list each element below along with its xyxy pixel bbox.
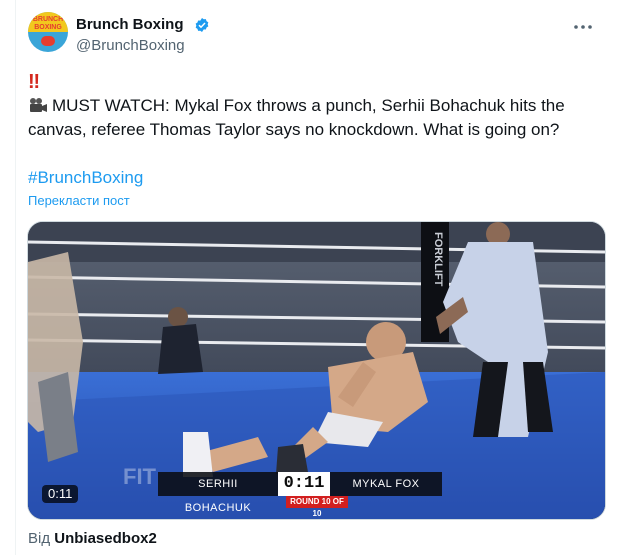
round-indicator: ROUND 10 OF 10 — [286, 496, 348, 518]
score-overlay: SERHII BOHACHUK 0:11 MYKAL FOX — [158, 472, 442, 514]
video-attribution: Від Unbiasedbox2 — [28, 529, 157, 549]
video-player[interactable]: FORKLIFT FIT SERHII BOHACHUK 0:11 MYKAL … — [27, 221, 606, 520]
score-fighter-left: SERHII BOHACHUK — [158, 472, 278, 514]
tweet-text: MUST WATCH: Mykal Fox throws a punch, Se… — [28, 94, 608, 142]
svg-text:FIT: FIT — [123, 464, 157, 489]
tweet-body: MUST WATCH: Mykal Fox throws a punch, Se… — [28, 96, 565, 139]
avatar-logo-text: BRUNCH BOXING — [32, 16, 64, 31]
avatar[interactable]: BRUNCH BOXING — [28, 12, 68, 52]
boxing-glove-icon — [41, 36, 55, 46]
double-exclamation-icon: ‼ — [28, 71, 40, 93]
hashtag-link[interactable]: #BrunchBoxing — [28, 166, 143, 190]
attribution-source-link[interactable]: Unbiasedbox2 — [54, 530, 157, 547]
score-fighter-right: MYKAL FOX — [330, 472, 442, 496]
movie-camera-icon — [30, 98, 47, 112]
verified-badge-icon — [195, 18, 209, 32]
video-duration-badge: 0:11 — [42, 485, 79, 503]
attribution-prefix: Від — [28, 530, 51, 547]
more-options-icon[interactable] — [572, 16, 594, 38]
author-name[interactable]: Brunch Boxing — [76, 15, 184, 35]
translate-post-link[interactable]: Перекласти пост — [28, 193, 130, 209]
author-handle[interactable]: @BrunchBoxing — [76, 36, 185, 56]
tweet-card[interactable]: BRUNCH BOXING Brunch Boxing @BrunchBoxin… — [16, 0, 616, 555]
score-clock: 0:11 — [278, 472, 330, 496]
ring-post-sign: FORKLIFT — [432, 232, 444, 287]
